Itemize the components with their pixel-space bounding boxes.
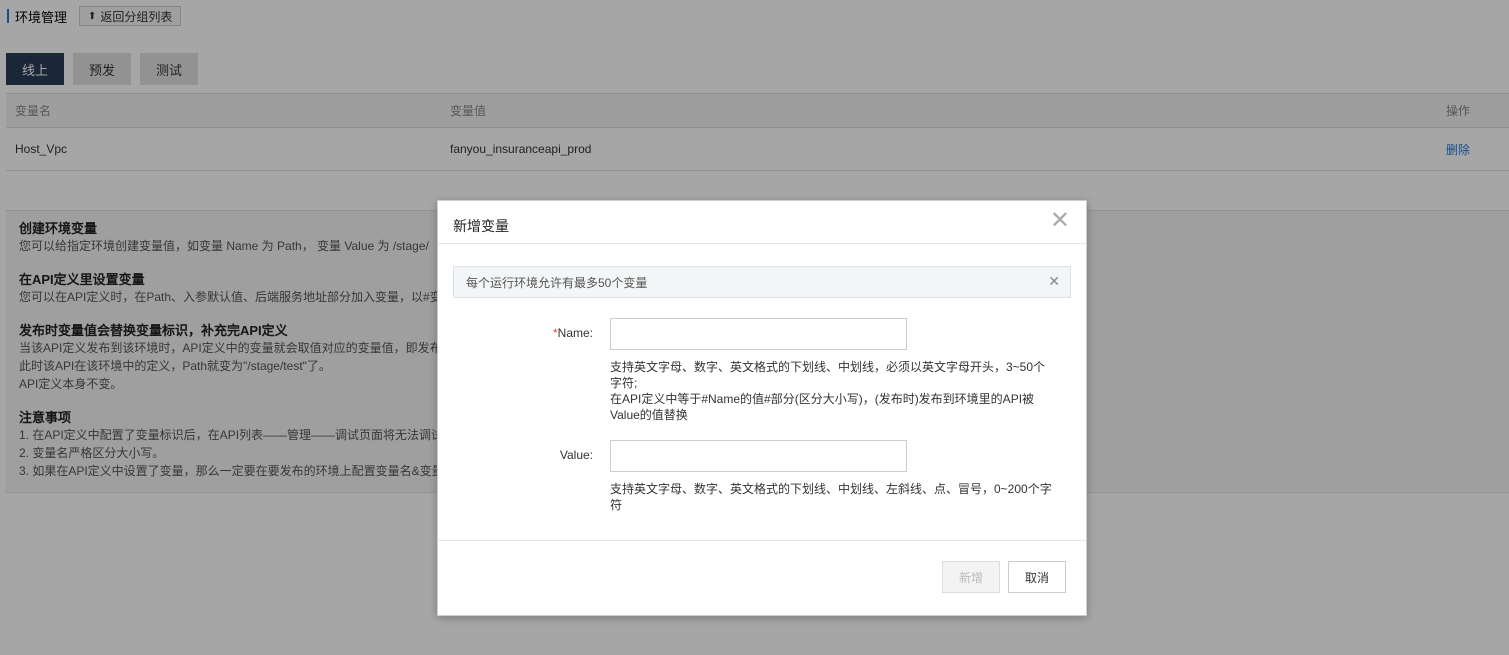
dismiss-notice-icon[interactable]: ✕ xyxy=(1048,273,1060,290)
close-icon[interactable]: ✕ xyxy=(1050,209,1070,233)
name-hint-line: 支持英文字母、数字、英文格式的下划线、中划线，必须以英文字母开头，3~50个字符… xyxy=(610,360,1046,390)
notice-text: 每个运行环境允许有最多50个变量 xyxy=(466,275,648,290)
name-hint-line: 在API定义中等于#Name的值#部分(区分大小写)，(发布时)发布到环境里的A… xyxy=(610,392,1035,422)
name-label-text: Name: xyxy=(557,326,593,340)
name-input[interactable] xyxy=(610,318,907,350)
value-input[interactable] xyxy=(610,440,907,472)
name-hint: 支持英文字母、数字、英文格式的下划线、中划线，必须以英文字母开头，3~50个字符… xyxy=(610,359,1056,423)
add-button[interactable]: 新增 xyxy=(942,561,1000,593)
value-label: Value: xyxy=(559,448,593,462)
limit-notice: 每个运行环境允许有最多50个变量 ✕ xyxy=(453,266,1071,298)
dialog-footer: 新增 取消 xyxy=(438,540,1086,616)
name-label: *Name: xyxy=(438,326,593,340)
cancel-button[interactable]: 取消 xyxy=(1008,561,1066,593)
dialog-title: 新增变量 xyxy=(453,218,509,234)
dialog-header: 新增变量 ✕ xyxy=(438,201,1086,244)
add-variable-dialog: 新增变量 ✕ 每个运行环境允许有最多50个变量 ✕ *Name: 支持英文字母、… xyxy=(437,200,1087,616)
value-hint: 支持英文字母、数字、英文格式的下划线、中划线、左斜线、点、冒号，0~200个字符 xyxy=(610,482,1052,512)
